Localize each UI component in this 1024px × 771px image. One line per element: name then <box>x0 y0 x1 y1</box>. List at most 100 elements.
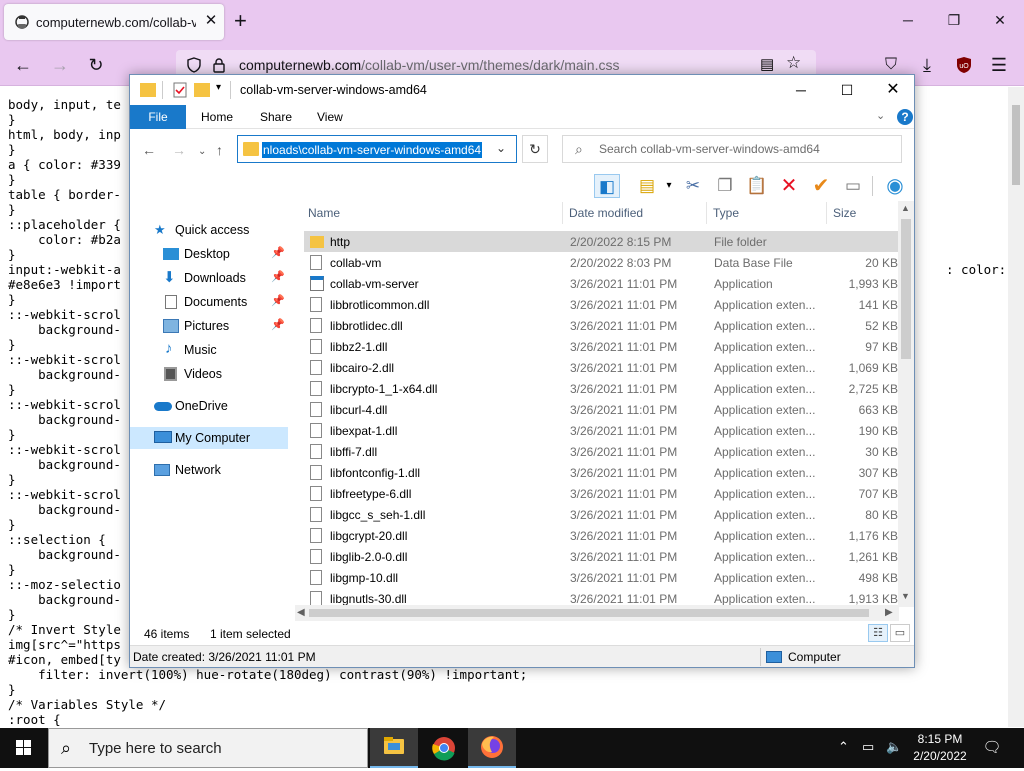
nav-item-pictures[interactable]: Pictures 📌 <box>130 315 288 337</box>
explorer-maximize-icon[interactable]: ☐ <box>832 79 862 101</box>
address-text[interactable]: nloads\collab-vm-server-windows-amd64 <box>262 142 483 158</box>
cut-icon[interactable]: ✂ <box>680 174 706 198</box>
tracking-shield-icon[interactable] <box>186 57 202 73</box>
expand-ribbon-icon[interactable]: ⌄ <box>876 109 885 122</box>
globe-icon[interactable]: ◉ <box>882 174 908 198</box>
copy-icon[interactable]: ❐ <box>712 174 738 198</box>
scroll-up-icon[interactable]: ▲ <box>901 203 910 213</box>
taskbar-search[interactable]: ⌕ Type here to search <box>48 728 368 768</box>
forward-arrow-icon[interactable]: → <box>172 142 186 158</box>
file-row[interactable]: libgmp-10.dll 3/26/2021 11:01 PM Applicati… <box>304 567 898 588</box>
network-status-icon[interactable]: ▭ <box>862 739 874 755</box>
file-row[interactable]: libglib-2.0-0.dll 3/26/2021 11:01 PM Appli… <box>304 546 898 567</box>
file-row[interactable]: collab-vm-server 3/26/2021 11:01 PM Applic… <box>304 273 898 294</box>
address-dropdown-icon[interactable]: ⌄ <box>496 141 506 155</box>
file-row[interactable]: libbz2-1.dll 3/26/2021 11:01 PM Applicatio… <box>304 336 898 357</box>
file-row[interactable]: libgcc_s_seh-1.dll 3/26/2021 11:01 PM Appl… <box>304 504 898 525</box>
reader-view-icon[interactable]: ▤ <box>760 55 774 73</box>
file-row[interactable]: collab-vm 2/20/2022 8:03 PM Data Base File… <box>304 252 898 273</box>
page-scrollbar[interactable] <box>1008 87 1024 727</box>
delete-icon[interactable]: ✕ <box>776 174 802 198</box>
nav-item-documents[interactable]: Documents 📌 <box>130 291 288 313</box>
file-row[interactable]: libgnutls-30.dll 3/26/2021 11:01 PM Applic… <box>304 588 898 605</box>
browser-tab[interactable]: computernewb.com/collab-vm ✕ <box>4 4 224 40</box>
recent-locations-icon[interactable]: ⌄ <box>198 144 206 160</box>
file-row[interactable]: libexpat-1.dll 3/26/2021 11:01 PM Applicat… <box>304 420 898 441</box>
file-row[interactable]: libcrypto-1_1-x64.dll 3/26/2021 11:01 PM A… <box>304 378 898 399</box>
properties-icon[interactable] <box>172 82 188 98</box>
system-clock[interactable]: 8:15 PM 2/20/2022 <box>908 731 972 765</box>
pin-icon[interactable]: 📌 <box>271 318 285 331</box>
scroll-down-icon[interactable]: ▼ <box>901 591 910 601</box>
tool-dropdown-icon[interactable]: ▾ <box>656 174 682 198</box>
downloads-icon[interactable]: ⤓ <box>916 54 938 76</box>
minimize-icon[interactable]: ─ <box>898 10 918 30</box>
search-box[interactable]: ⌕ <box>562 135 902 163</box>
tab-close-icon[interactable]: ✕ <box>202 12 220 30</box>
column-header-size[interactable]: Size <box>833 200 856 226</box>
reload-icon[interactable]: ↻ <box>85 54 107 76</box>
file-row[interactable]: libcairo-2.dll 3/26/2021 11:01 PM Applicat… <box>304 357 898 378</box>
column-header-type[interactable]: Type <box>713 200 739 226</box>
taskbar-firefox[interactable] <box>468 728 516 768</box>
scroll-left-icon[interactable]: ◀ <box>297 607 305 618</box>
large-icons-view-icon[interactable]: ▭ <box>890 624 910 642</box>
window-close-icon[interactable]: ✕ <box>990 10 1010 30</box>
new-tab-icon[interactable]: + <box>234 10 247 32</box>
customize-toolbar-icon[interactable]: ▾ <box>216 82 221 93</box>
nav-item-music[interactable]: ♪ Music <box>130 339 288 361</box>
menu-icon[interactable]: ☰ <box>988 54 1010 76</box>
volume-icon[interactable]: 🔈 <box>886 739 902 755</box>
pin-icon[interactable]: 📌 <box>271 246 285 259</box>
nav-item-downloads[interactable]: ⬇ Downloads 📌 <box>130 267 288 289</box>
file-list-vscrollbar[interactable]: ▲ ▼ <box>898 201 914 607</box>
column-separator[interactable] <box>562 202 563 224</box>
taskbar-chrome[interactable] <box>420 728 468 768</box>
ublock-origin-icon[interactable]: uO <box>955 56 973 74</box>
bookmark-star-icon[interactable]: ☆ <box>786 53 801 73</box>
explorer-close-icon[interactable]: ✕ <box>878 79 908 101</box>
new-folder-icon[interactable] <box>194 83 210 97</box>
nav-item-my-computer[interactable]: My Computer <box>130 427 288 449</box>
tab-view[interactable]: View <box>307 105 353 129</box>
taskbar-file-explorer[interactable] <box>370 728 418 768</box>
refresh-icon[interactable]: ↻ <box>522 135 548 163</box>
pin-icon[interactable]: 📌 <box>271 294 285 307</box>
back-icon[interactable]: ← <box>12 54 34 76</box>
details-view-icon[interactable]: ☷ <box>868 624 888 642</box>
file-row[interactable]: libffi-7.dll 3/26/2021 11:01 PM Applicatio… <box>304 441 898 462</box>
lock-icon[interactable] <box>212 57 226 73</box>
vscroll-thumb[interactable] <box>901 219 911 359</box>
tab-share[interactable]: Share <box>250 105 302 129</box>
scroll-right-icon[interactable]: ▶ <box>885 607 893 618</box>
nav-item-onedrive[interactable]: OneDrive <box>130 395 288 417</box>
preview-pane-icon[interactable]: ◧ <box>594 174 620 198</box>
notifications-icon[interactable]: 🗨 <box>982 738 1002 758</box>
address-bar[interactable]: nloads\collab-vm-server-windows-amd64 ⌄ <box>237 135 517 163</box>
restore-icon[interactable]: ❐ <box>944 10 964 30</box>
column-header-date[interactable]: Date modified <box>569 200 643 226</box>
file-row[interactable]: libcurl-4.dll 3/26/2021 11:01 PM Applicati… <box>304 399 898 420</box>
nav-item-videos[interactable]: Videos <box>130 363 288 385</box>
tab-file[interactable]: File <box>130 105 186 129</box>
paste-icon[interactable]: 📋 <box>744 174 770 198</box>
column-header-name[interactable]: Name <box>308 200 340 226</box>
pocket-icon[interactable]: ⛉ <box>880 54 902 76</box>
rename-check-icon[interactable]: ✔ <box>808 174 834 198</box>
nav-item-desktop[interactable]: Desktop 📌 <box>130 243 288 265</box>
file-row[interactable]: libbrotlicommon.dll 3/26/2021 11:01 PM App… <box>304 294 898 315</box>
back-arrow-icon[interactable]: ← <box>142 142 156 158</box>
pin-icon[interactable]: 📌 <box>271 270 285 283</box>
page-scroll-thumb[interactable] <box>1012 105 1020 185</box>
forward-icon[interactable]: → <box>49 54 71 76</box>
column-separator[interactable] <box>826 202 827 224</box>
column-separator[interactable] <box>706 202 707 224</box>
file-row[interactable]: libfontconfig-1.dll 3/26/2021 11:01 PM App… <box>304 462 898 483</box>
file-list-hscrollbar[interactable]: ◀ ▶ <box>295 605 899 621</box>
file-row[interactable]: http 2/20/2022 8:15 PM File folder <box>304 231 898 252</box>
search-input[interactable] <box>599 141 889 157</box>
explorer-minimize-icon[interactable]: ─ <box>786 79 816 101</box>
show-hidden-icons-icon[interactable]: ⌃ <box>838 739 849 755</box>
windows-start-icon[interactable] <box>0 728 48 768</box>
properties-tool-icon[interactable]: ▭ <box>840 174 866 198</box>
